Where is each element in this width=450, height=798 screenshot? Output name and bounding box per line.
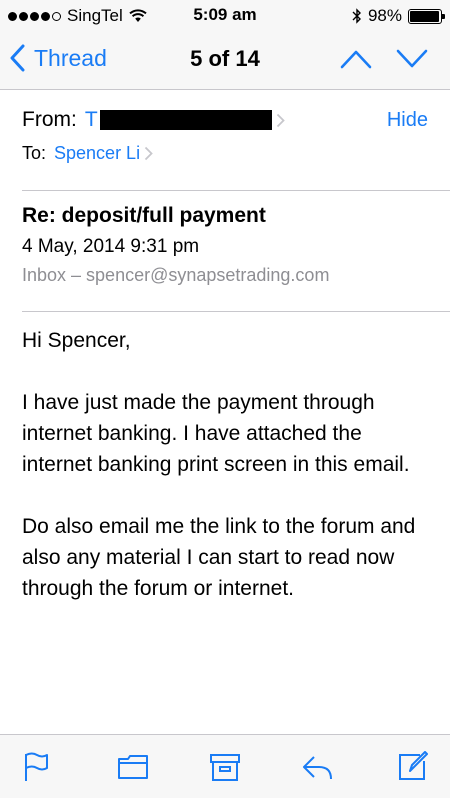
to-label: To: [22, 143, 47, 163]
battery-icon [408, 8, 445, 24]
reply-icon[interactable] [301, 751, 333, 783]
mailbox-account: Inbox – spencer@synapsetrading.com [22, 265, 330, 285]
recipient-name[interactable]: Spencer Li [54, 143, 140, 164]
hide-details-button[interactable]: Hide [387, 104, 428, 136]
battery-fill [410, 10, 440, 22]
previous-message-button[interactable] [340, 48, 372, 70]
message-date: 4 May, 2014 9:31 pm [22, 236, 200, 257]
archive-icon[interactable] [209, 751, 241, 783]
status-bar: SingTel 5:09 am 98% [0, 0, 450, 30]
flag-icon[interactable] [20, 751, 52, 783]
from-label: From: [22, 108, 77, 131]
message-subject: Re: deposit/full payment [22, 204, 266, 227]
chevron-right-icon [276, 113, 285, 127]
header-divider [22, 190, 450, 191]
bluetooth-icon [352, 8, 361, 24]
message-position: 5 of 14 [190, 46, 260, 71]
to-row: To: Spencer Li [22, 143, 153, 164]
sender-name[interactable]: T [85, 108, 98, 132]
body-paragraph: I have just made the payment through int… [22, 391, 410, 476]
message-body: Hi Spencer, I have just made the payment… [22, 325, 432, 635]
compose-icon[interactable] [396, 751, 428, 783]
navigation-bar: Thread 5 of 14 [0, 30, 450, 90]
battery-percent: 98% [367, 6, 402, 25]
from-row: From: T [22, 104, 430, 136]
folder-icon[interactable] [117, 751, 149, 783]
body-paragraph: Do also email me the link to the forum a… [22, 515, 416, 600]
chevron-right-icon [144, 146, 153, 161]
body-paragraph: Hi Spencer, [22, 329, 131, 352]
status-right: 98% [352, 6, 445, 26]
bottom-toolbar [0, 734, 450, 798]
body-divider [22, 311, 450, 312]
next-message-button[interactable] [396, 48, 428, 70]
redaction-block [99, 110, 272, 130]
